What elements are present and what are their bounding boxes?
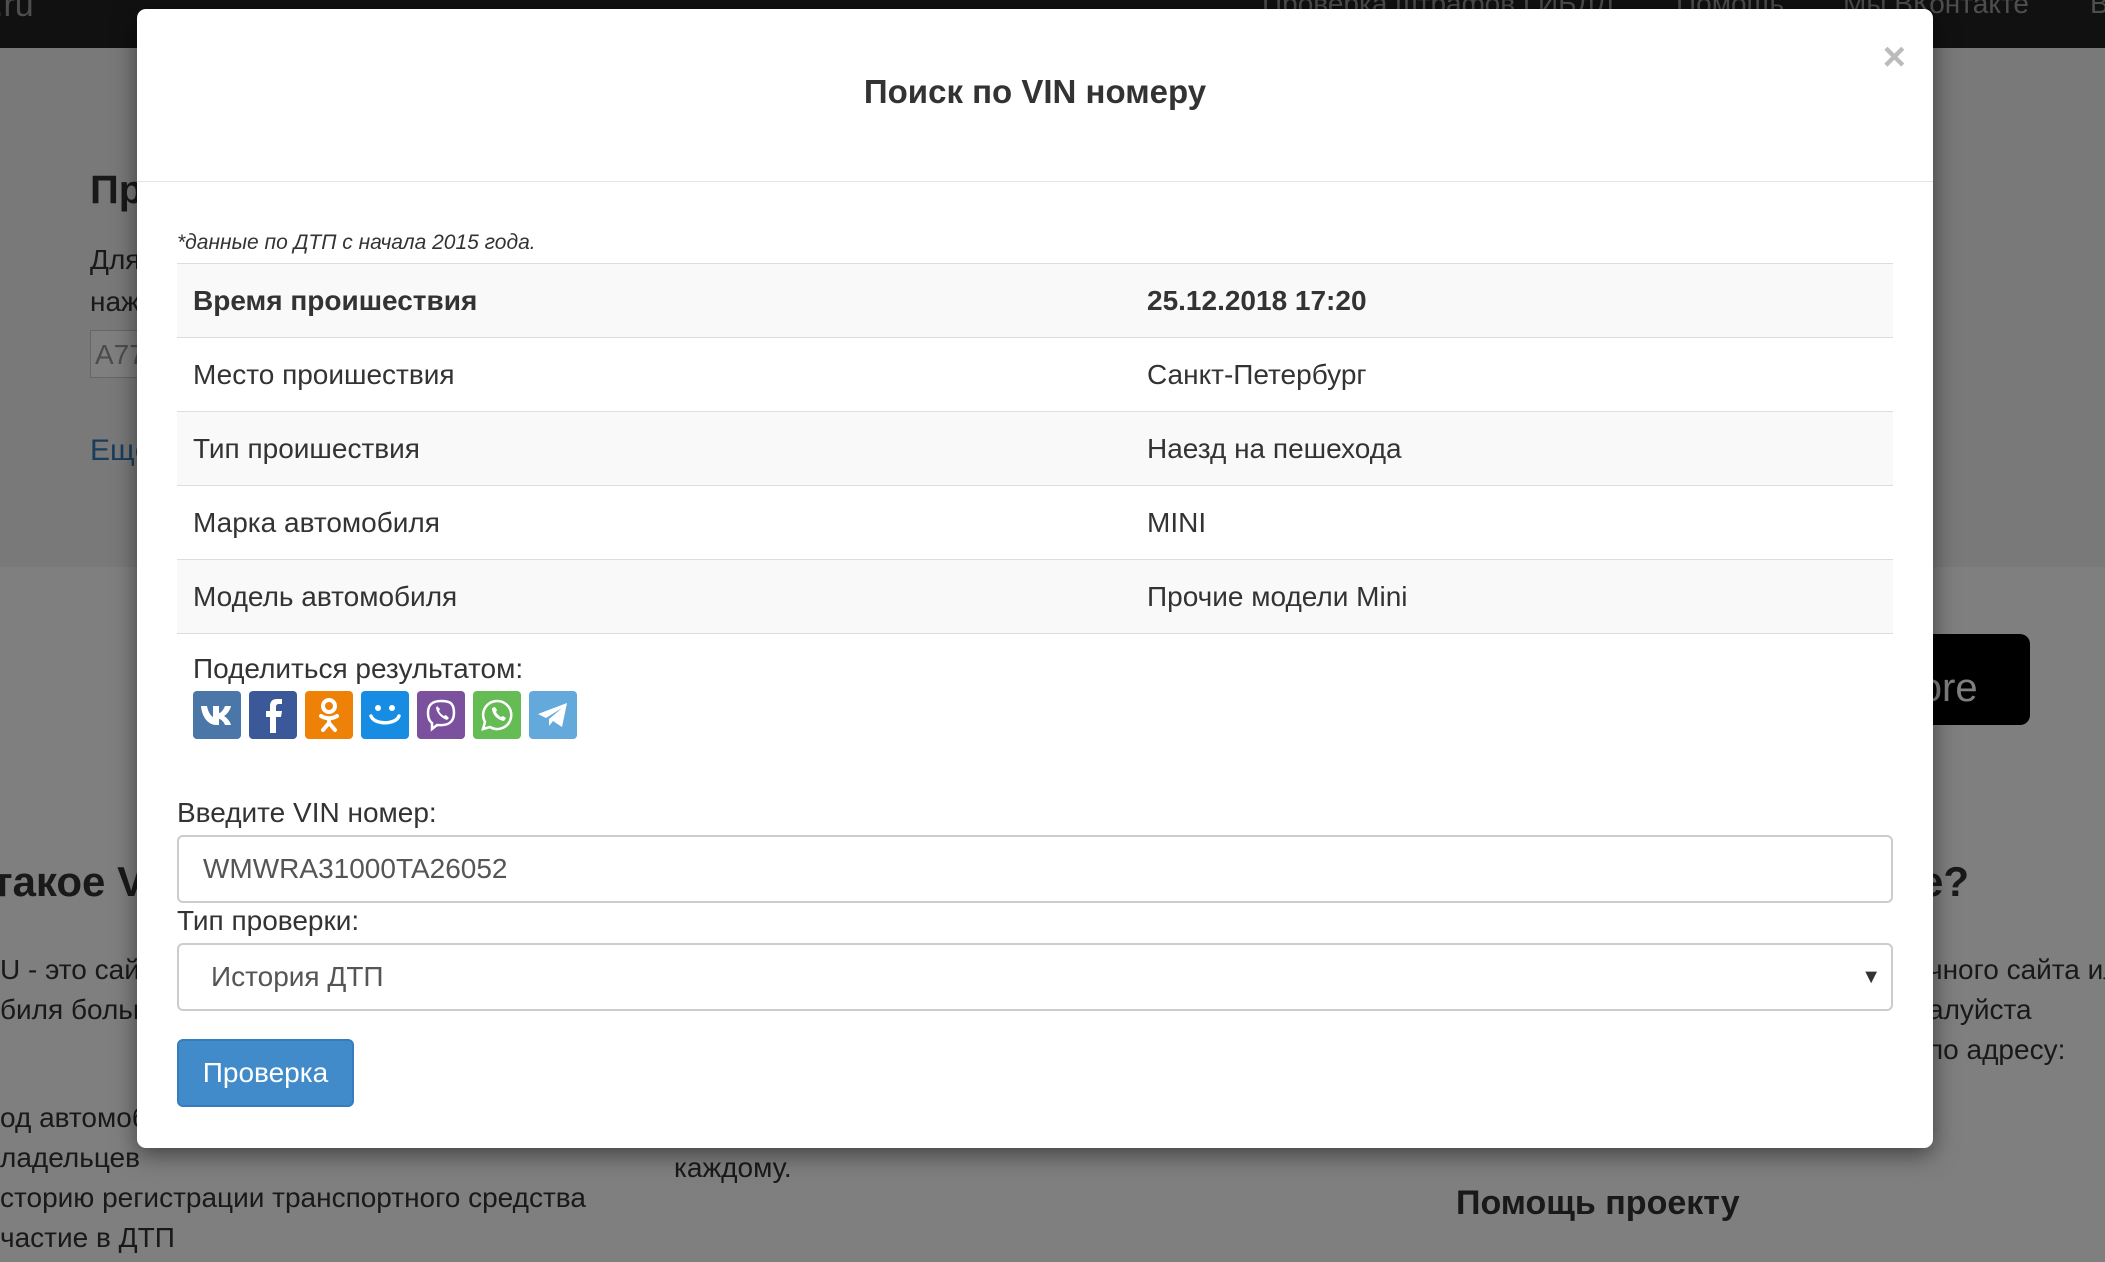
telegram-icon[interactable]: [529, 691, 577, 739]
row-value: Прочие модели Mini: [1131, 559, 1893, 634]
check-button[interactable]: Проверка: [177, 1039, 354, 1107]
row-label: Марка автомобиля: [177, 485, 1131, 560]
vk-icon[interactable]: [193, 691, 241, 739]
chevron-down-icon: ▼: [1861, 966, 1881, 988]
table-row: Время проишествия 25.12.2018 17:20: [177, 263, 1893, 338]
vin-search-modal: Поиск по VIN номеру × *данные по ДТП с н…: [137, 9, 1933, 1148]
close-icon[interactable]: ×: [1883, 37, 1906, 77]
data-note: *данные по ДТП с начала 2015 года.: [177, 231, 536, 254]
table-row: Модель автомобиля Прочие модели Mini: [177, 559, 1893, 634]
row-label: Место проишествия: [177, 337, 1131, 412]
table-row: Место проишествия Санкт-Петербург: [177, 337, 1893, 412]
share-label: Поделиться результатом:: [193, 653, 524, 684]
moimir-icon[interactable]: [361, 691, 409, 739]
vin-input[interactable]: [177, 835, 1893, 903]
viber-icon[interactable]: [417, 691, 465, 739]
row-value: Наезд на пешехода: [1131, 411, 1893, 486]
accident-details-table: Время проишествия 25.12.2018 17:20 Место…: [177, 263, 1893, 634]
row-label: Тип проишествия: [177, 411, 1131, 486]
whatsapp-icon[interactable]: [473, 691, 521, 739]
modal-title: Поиск по VIN номеру: [863, 73, 1207, 110]
row-label: Модель автомобиля: [177, 559, 1131, 634]
share-buttons: [193, 691, 577, 739]
table-row: Марка автомобиля MINI: [177, 485, 1893, 560]
row-value: 25.12.2018 17:20: [1131, 263, 1893, 338]
check-type-selected: История ДТП: [211, 961, 384, 992]
vin-label: Введите VIN номер:: [177, 797, 437, 828]
row-label: Время проишествия: [177, 263, 1131, 338]
facebook-icon[interactable]: [249, 691, 297, 739]
row-value: Санкт-Петербург: [1131, 337, 1893, 412]
row-value: MINI: [1131, 485, 1893, 560]
check-type-label: Тип проверки:: [177, 905, 360, 936]
check-type-select[interactable]: История ДТП ▼: [177, 943, 1893, 1011]
odnoklassniki-icon[interactable]: [305, 691, 353, 739]
table-row: Тип проишествия Наезд на пешехода: [177, 411, 1893, 486]
modal-header: Поиск по VIN номеру ×: [137, 9, 1933, 182]
